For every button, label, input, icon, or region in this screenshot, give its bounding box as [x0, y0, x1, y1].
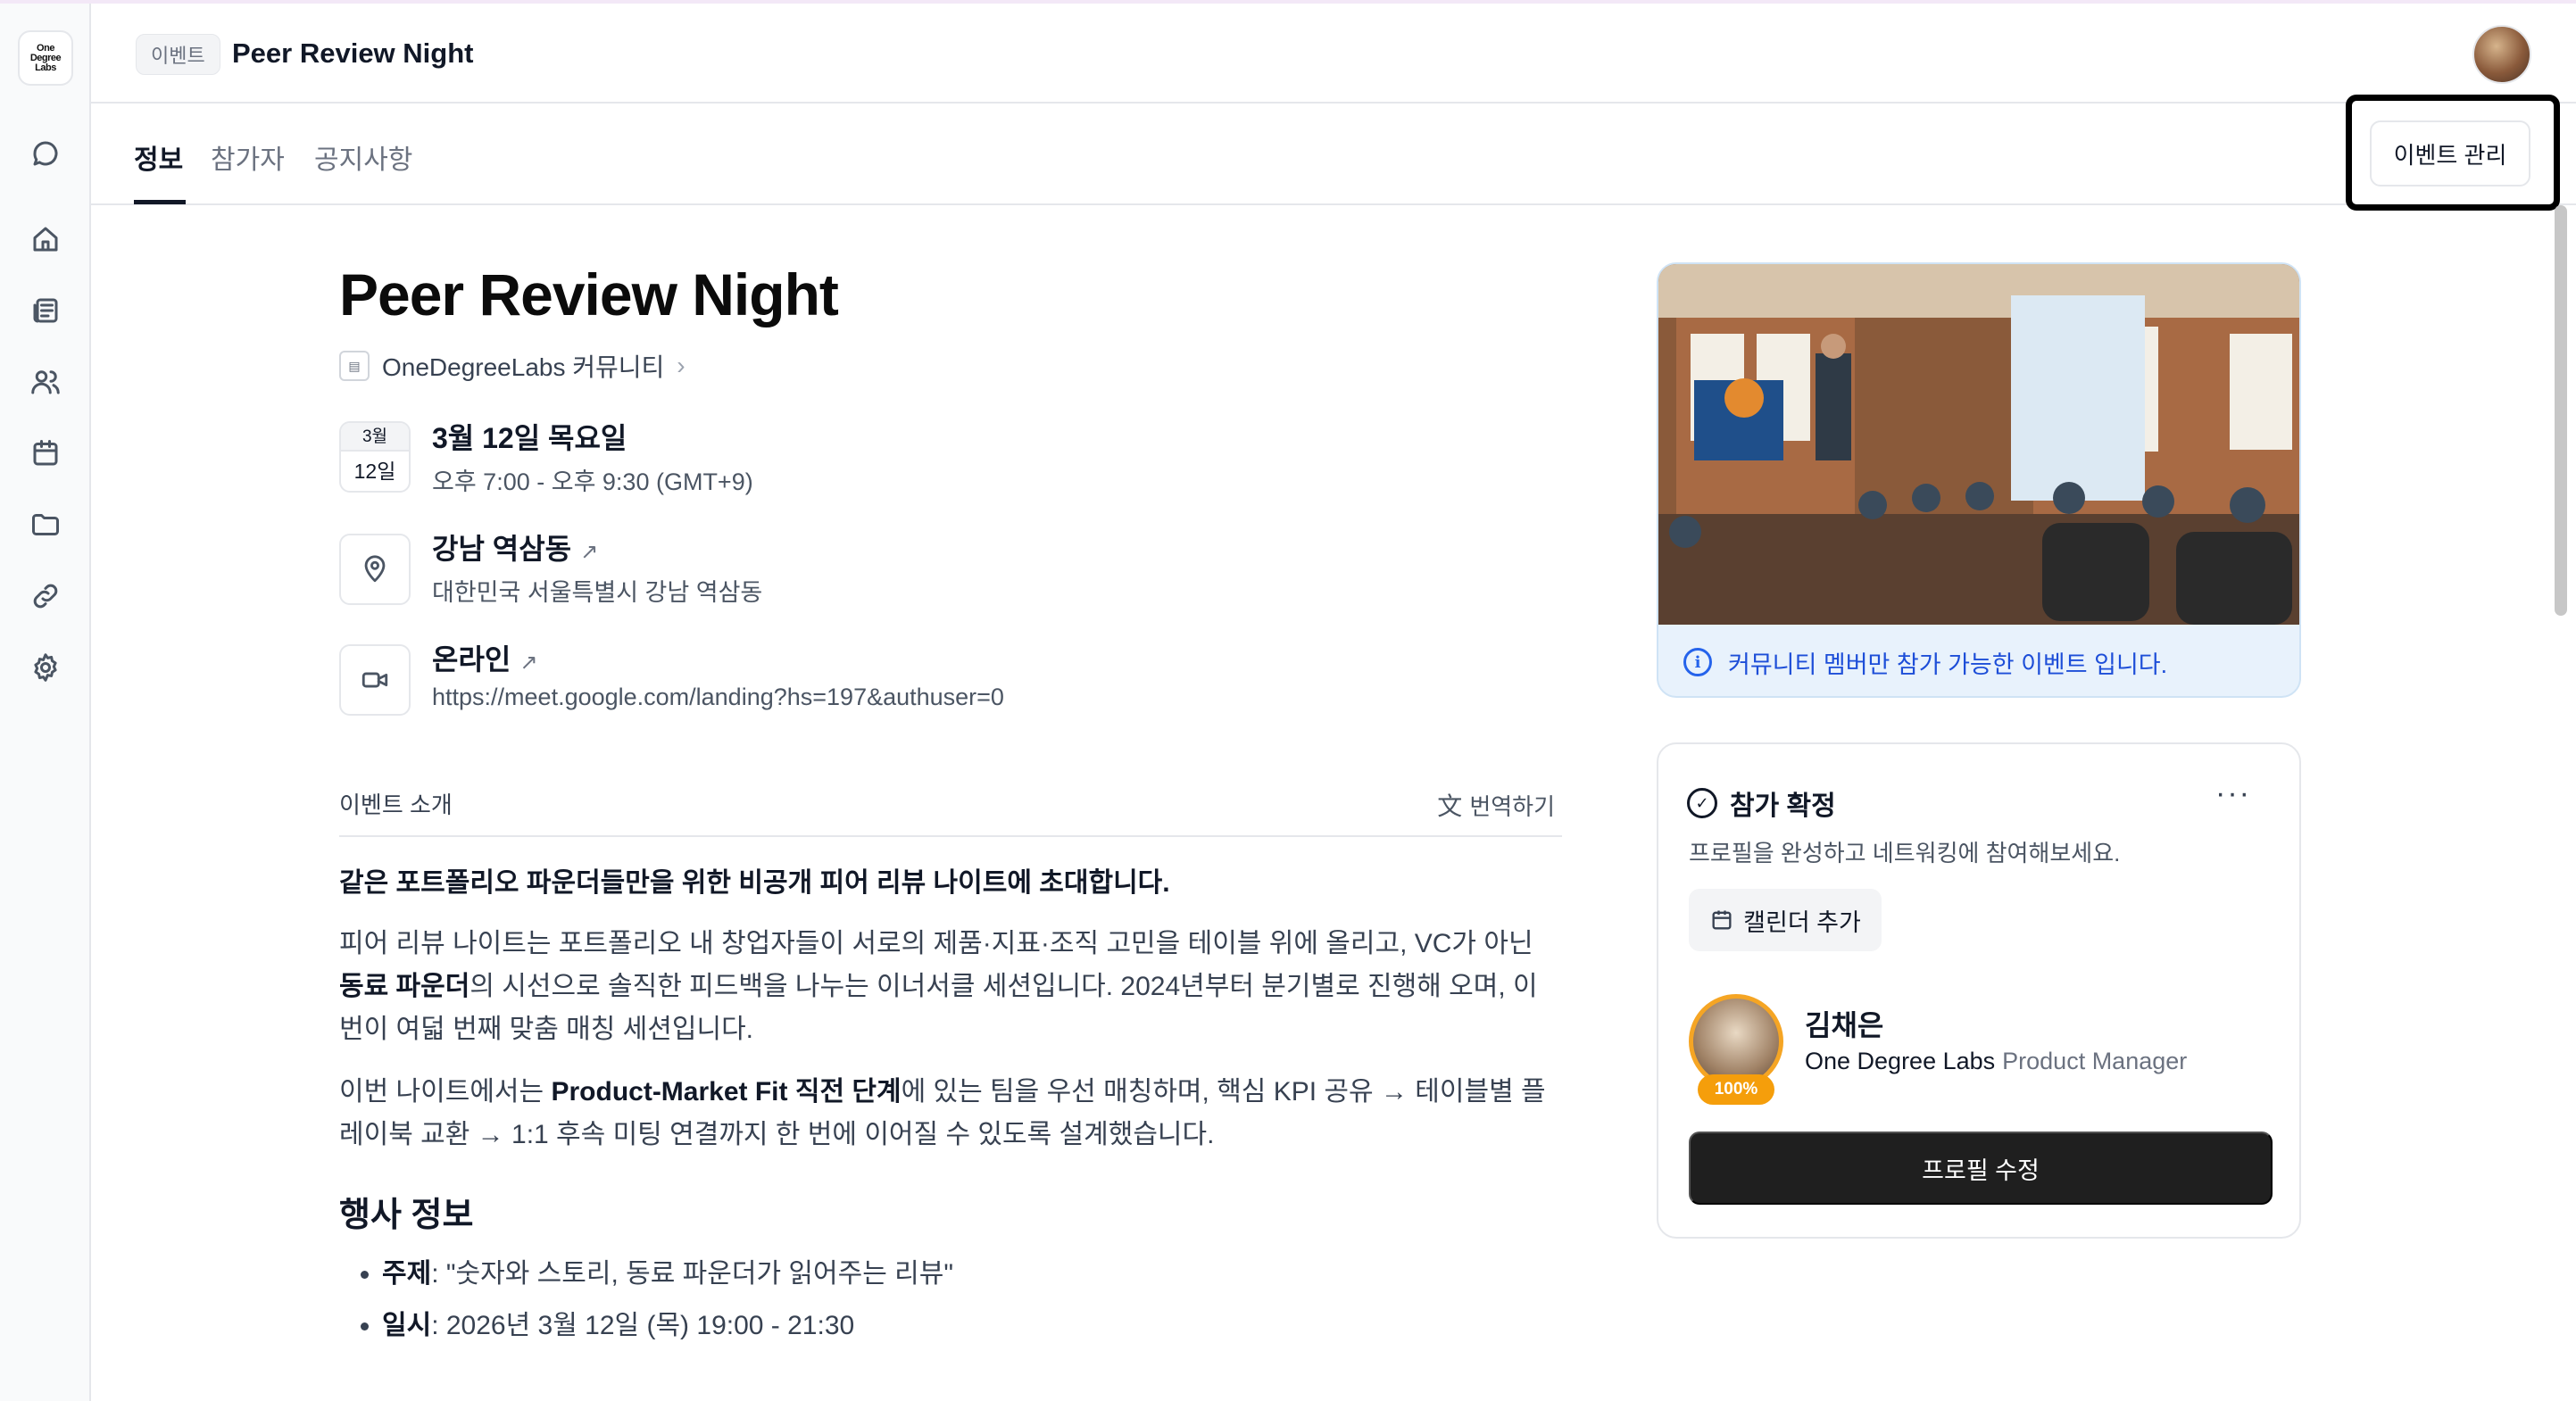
date-badge: 3월 12일 — [339, 421, 411, 493]
translate-icon: 文 — [1437, 792, 1463, 820]
edit-profile-button[interactable]: 프로필 수정 — [1689, 1132, 2273, 1205]
folder-icon — [32, 514, 59, 535]
community-link[interactable]: ▤ OneDegreeLabs 커뮤니티 › — [339, 348, 1562, 384]
section-title-event-info: 행사 정보 — [339, 1197, 474, 1234]
bullet-value: : "숫자와 스토리, 동료 파운더가 읽어주는 리뷰" — [431, 1259, 953, 1289]
event-title: Peer Review Night — [339, 261, 839, 327]
more-options-icon[interactable]: ··· — [2215, 776, 2251, 811]
video-icon-box — [339, 644, 411, 716]
add-to-calendar-label: 캘린더 추가 — [1743, 908, 1861, 936]
para1-text-a: 피어 리뷰 나이트는 포트폴리오 내 창업자들이 서로의 제품·지표·조직 고민… — [339, 929, 1533, 958]
list-item: 일시: 2026년 3월 12일 (목) 19:00 - 21:30 — [382, 1300, 1562, 1352]
top-header: 이벤트 Peer Review Night — [91, 4, 2576, 104]
rsvp-title: 참가 확정 — [1730, 792, 1836, 821]
online-link[interactable]: 온라인 ↗ — [432, 637, 537, 678]
intro-paragraph-1: 피어 리뷰 나이트는 포트폴리오 내 창업자들이 서로의 제품·지표·조직 고민… — [339, 923, 1553, 1051]
rsvp-card: ✓ 참가 확정 ··· 프로필을 완성하고 네트워킹에 참여해보세요. 캘린더 … — [1657, 742, 2301, 1239]
bullet-key: 주제 — [382, 1259, 432, 1289]
check-circle-icon: ✓ — [1687, 788, 1717, 818]
sidebar-item-members[interactable] — [24, 361, 67, 403]
users-icon — [31, 370, 60, 394]
time-range: 오후 7:00 - 오후 9:30 (GMT+9) — [432, 468, 753, 495]
date-day: 12일 — [353, 460, 396, 483]
members-only-notice: i 커뮤니티 멤버만 참가 가능한 이벤트 입니다. — [1658, 625, 2299, 696]
para1-text-b: 의 시선으로 솔직한 피드백을 나누는 이너서클 세션입니다. 2024년부터 … — [339, 972, 1538, 1044]
sidebar-item-calendar[interactable] — [24, 432, 67, 475]
profile-affiliation: One Degree Labs Product Manager — [1805, 1048, 2187, 1075]
event-cover-image — [1658, 264, 2299, 625]
location-row: 강남 역삼동 ↗ 대한민국 서울특별시 강남 역삼동 — [339, 526, 1562, 634]
para2-bold: Product-Market Fit 직전 단계 — [551, 1077, 902, 1107]
external-link-icon: ↗ — [519, 651, 538, 675]
manage-button-highlight: 이벤트 관리 — [2346, 95, 2560, 211]
bullet-key: 일시 — [382, 1311, 432, 1340]
scrollbar-thumb[interactable] — [2555, 205, 2567, 616]
page-title: Peer Review Night — [232, 37, 474, 69]
sidebar-item-links[interactable] — [24, 575, 67, 618]
event-cover-card: i 커뮤니티 멤버만 참가 가능한 이벤트 입니다. — [1657, 262, 2301, 698]
gear-icon — [34, 653, 57, 682]
calendar-icon — [1712, 910, 1732, 930]
community-name: OneDegreeLabs 커뮤니티 — [382, 353, 665, 381]
app-logo[interactable]: One Degree Labs — [18, 30, 73, 86]
date-row: 3월 12일 3월 12일 목요일 오후 7:00 - 오후 9:30 (GMT… — [339, 416, 1562, 523]
rsvp-subtitle: 프로필을 완성하고 네트워킹에 참여해보세요. — [1689, 840, 2121, 866]
sidebar-item-settings[interactable] — [24, 646, 67, 689]
active-tab-indicator — [134, 200, 186, 204]
notice-text: 커뮤니티 멤버만 참가 가능한 이벤트 입니다. — [1728, 651, 2168, 678]
online-row: 온라인 ↗ https://meet.google.com/landing?hs=… — [339, 637, 1562, 744]
location-name: 강남 역삼동 — [432, 533, 572, 565]
intro-lead: 같은 포트폴리오 파운더들만을 위한 비공개 피어 리뷰 나이트에 초대합니다. — [339, 868, 1170, 898]
user-avatar[interactable] — [2472, 25, 2531, 84]
link-icon — [33, 584, 58, 609]
community-icon: ▤ — [339, 351, 370, 381]
profile-org: One Degree Labs — [1805, 1048, 1996, 1074]
profile-role: Product Manager — [2002, 1048, 2188, 1074]
para2-text-a: 이번 나이트에서는 — [339, 1077, 552, 1107]
bullet-value: : 2026년 3월 12일 (목) 19:00 - 21:30 — [431, 1311, 855, 1340]
tab-announcements[interactable]: 공지사항 — [314, 137, 412, 177]
tab-participants[interactable]: 참가자 — [211, 137, 285, 177]
home-icon — [33, 227, 58, 252]
event-info-list: 주제: "숫자와 스토리, 동료 파운더가 읽어주는 리뷰" 일시: 2026년… — [339, 1248, 1562, 1352]
para1-bold: 동료 파운더 — [339, 972, 470, 1001]
profile-completion-badge: 100% — [1698, 1074, 1774, 1105]
add-to-calendar-button[interactable]: 캘린더 추가 — [1689, 889, 1882, 951]
tab-bar: 정보 참가자 공지사항 — [91, 104, 2576, 205]
date-full: 3월 12일 목요일 — [432, 422, 627, 454]
translate-label: 번역하기 — [1469, 792, 1555, 820]
sidebar-item-chat[interactable] — [24, 132, 67, 175]
sidebar-item-home[interactable] — [24, 218, 67, 261]
logo-text: One Degree Labs — [29, 42, 62, 73]
intro-paragraph-2: 이번 나이트에서는 Product-Market Fit 직전 단계에 있는 팀… — [339, 1071, 1553, 1156]
location-address: 대한민국 서울특별시 강남 역삼동 — [432, 579, 763, 606]
list-item: 주제: "숫자와 스토리, 동료 파운더가 읽어주는 리뷰" — [382, 1248, 1562, 1300]
intro-header: 이벤트 소개 文 번역하기 — [339, 782, 1562, 837]
online-label: 온라인 — [432, 643, 511, 676]
calendar-icon — [33, 440, 58, 466]
event-detail: Peer Review Night ▤ OneDegreeLabs 커뮤니티 ›… — [339, 259, 1562, 1352]
video-camera-icon — [361, 672, 388, 688]
map-pin-icon — [364, 555, 386, 583]
location-link[interactable]: 강남 역삼동 ↗ — [432, 526, 598, 568]
profile-name: 김채은 — [1805, 1009, 1884, 1041]
sidebar-item-posts[interactable] — [24, 289, 67, 332]
online-url[interactable]: https://meet.google.com/landing?hs=197&a… — [432, 684, 1004, 711]
breadcrumb-events[interactable]: 이벤트 — [136, 34, 220, 75]
info-icon: i — [1683, 648, 1712, 676]
location-icon-box — [339, 534, 411, 605]
manage-event-button[interactable]: 이벤트 관리 — [2370, 120, 2530, 187]
tab-info[interactable]: 정보 — [134, 137, 183, 177]
intro-label: 이벤트 소개 — [339, 792, 453, 818]
chevron-right-icon: › — [677, 352, 686, 379]
sidebar: One Degree Labs — [0, 4, 91, 1401]
rsvp-header: ✓ 참가 확정 — [1687, 783, 1836, 823]
external-link-icon: ↗ — [580, 540, 599, 564]
date-month: 3월 — [341, 423, 409, 452]
chat-bubble-icon — [33, 141, 58, 166]
sidebar-item-files[interactable] — [24, 503, 67, 546]
translate-button[interactable]: 文 번역하기 — [1437, 787, 1555, 823]
newspaper-icon — [33, 298, 58, 323]
